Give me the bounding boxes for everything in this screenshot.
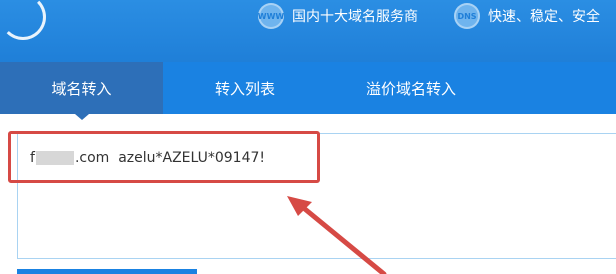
- submit-button-edge[interactable]: [17, 269, 197, 274]
- red-arrow-icon: [287, 196, 387, 274]
